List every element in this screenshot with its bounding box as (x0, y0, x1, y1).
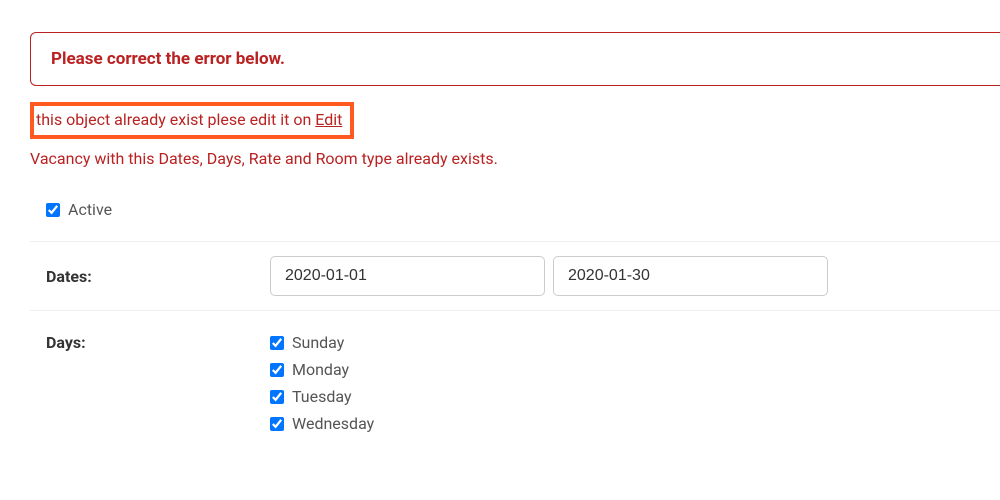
days-list: Sunday Monday Tuesday Wednesday (270, 333, 374, 441)
dates-row: Dates: (30, 242, 1000, 311)
error-validation-text: Vacancy with this Dates, Days, Rate and … (30, 149, 1000, 168)
error-banner-text: Please correct the error below. (51, 49, 285, 69)
active-label: Active (68, 200, 112, 219)
day-checkbox-monday[interactable] (270, 363, 284, 377)
error-highlight-box: this object already exist plese edit it … (30, 102, 354, 139)
error-inline-text: this object already exist plese edit it … (36, 110, 315, 129)
day-checkbox-tuesday[interactable] (270, 390, 284, 404)
error-banner: Please correct the error below. (30, 32, 1000, 86)
date-end-input[interactable] (553, 256, 828, 296)
error-edit-link[interactable]: Edit (315, 110, 342, 129)
dates-label: Dates: (30, 267, 270, 286)
days-label: Days: (30, 333, 270, 352)
day-item: Monday (270, 360, 374, 379)
day-label: Monday (292, 360, 349, 379)
day-item: Sunday (270, 333, 374, 352)
date-start-input[interactable] (270, 256, 545, 296)
active-checkbox[interactable] (46, 203, 60, 217)
days-row: Days: Sunday Monday Tuesday Wednesday (30, 311, 1000, 455)
day-label: Tuesday (292, 387, 352, 406)
error-inline-message: this object already exist plese edit it … (36, 110, 342, 129)
day-label: Wednesday (292, 414, 374, 433)
day-item: Wednesday (270, 414, 374, 433)
day-item: Tuesday (270, 387, 374, 406)
day-checkbox-wednesday[interactable] (270, 417, 284, 431)
day-label: Sunday (292, 333, 344, 352)
day-checkbox-sunday[interactable] (270, 336, 284, 350)
active-row: Active (30, 186, 1000, 242)
